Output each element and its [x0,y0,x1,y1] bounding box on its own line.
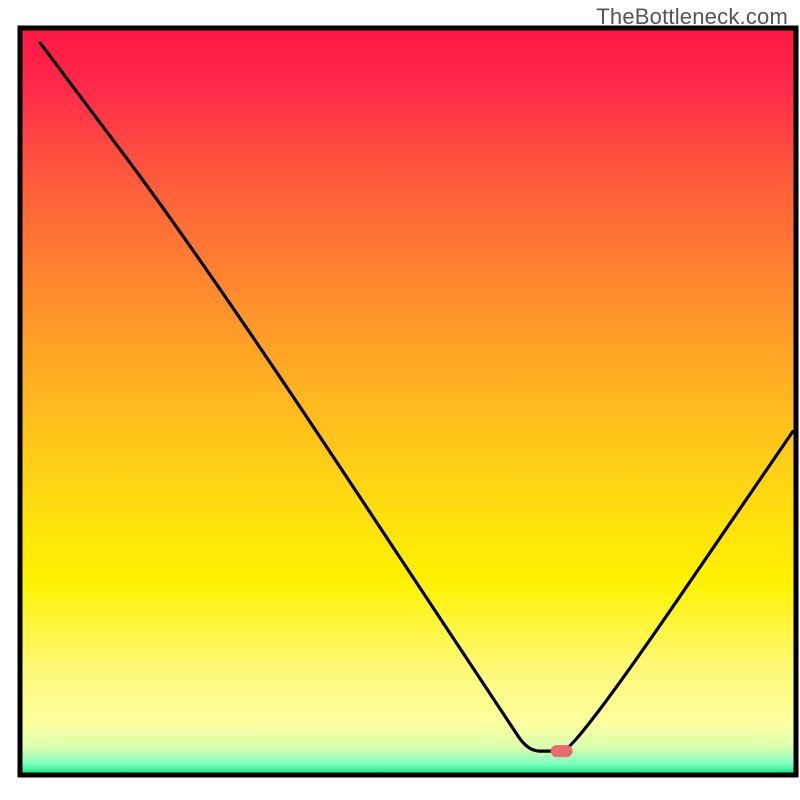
bottleneck-chart [0,0,800,800]
plot-background [20,28,796,775]
chart-container: TheBottleneck.com [0,0,800,800]
optimal-marker [551,745,573,757]
watermark-text: TheBottleneck.com [596,4,788,30]
